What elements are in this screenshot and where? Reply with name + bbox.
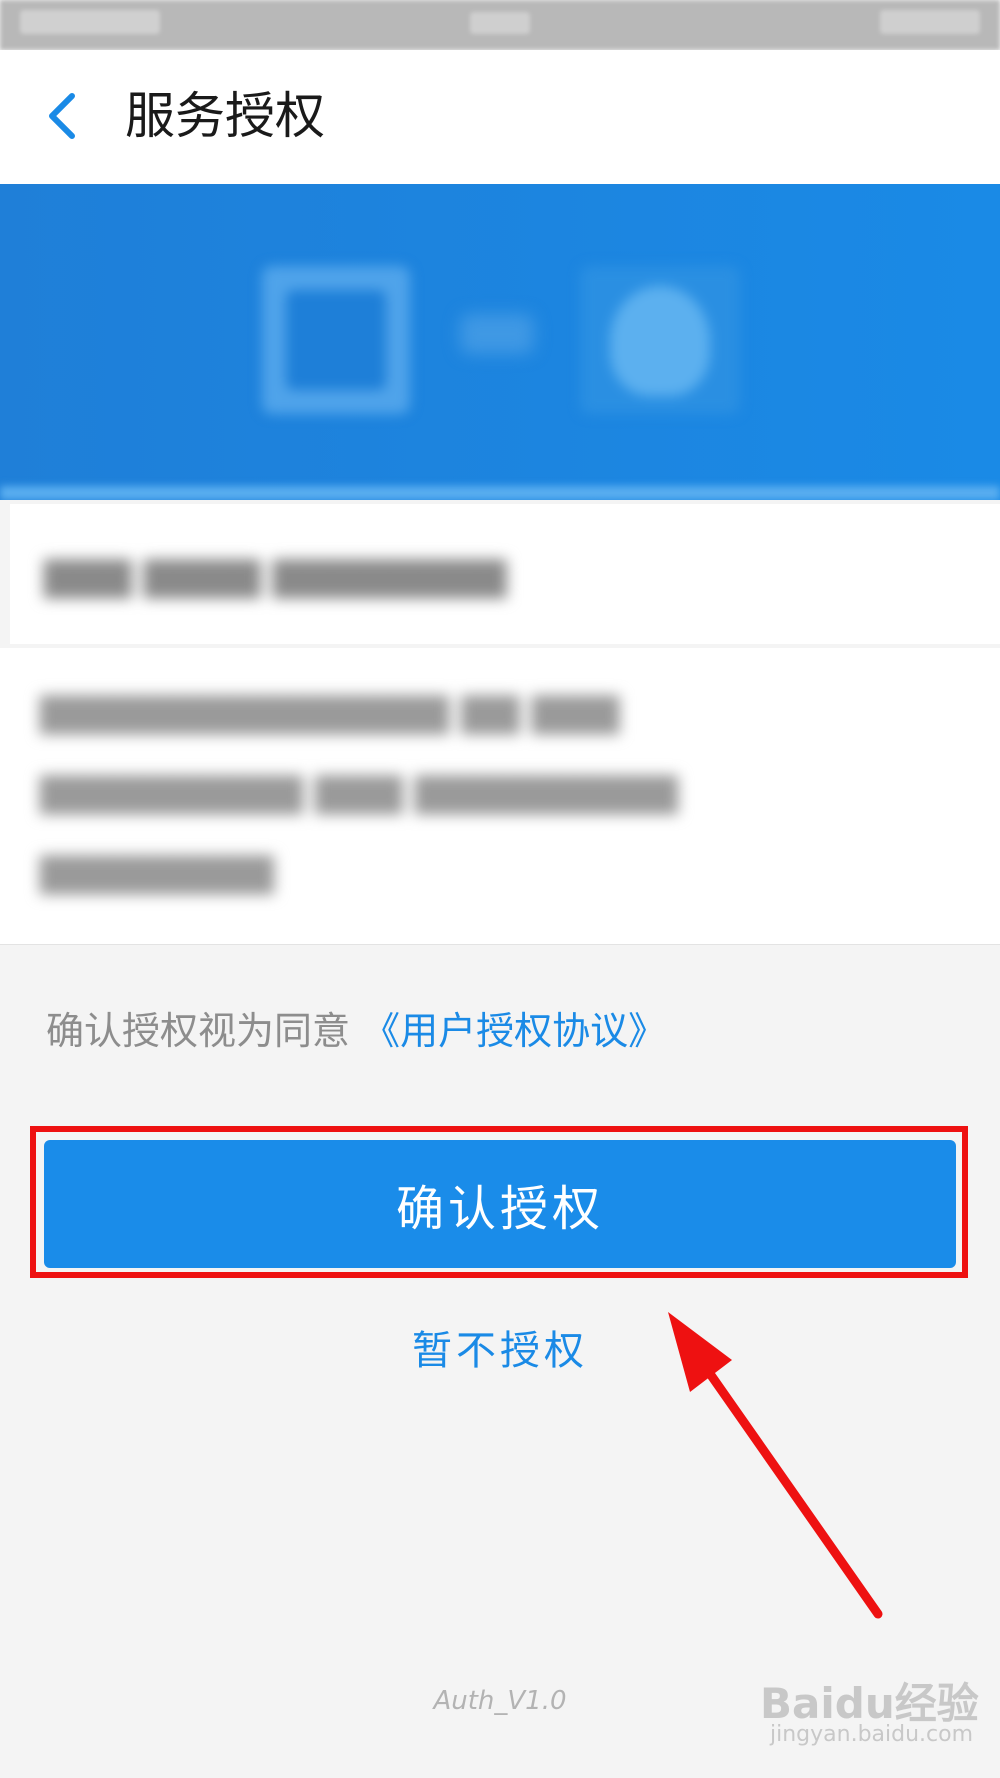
authorization-banner bbox=[0, 184, 1000, 500]
app-request-line: ▇▇▇ ▇▇▇▇ ▇▇▇▇▇▇▇▇ bbox=[10, 504, 1000, 644]
status-carrier bbox=[20, 10, 160, 34]
agreement-prefix: 确认授权视为同意 bbox=[46, 1009, 351, 1053]
permission-item: ▇▇▇▇▇▇▇▇▇ ▇▇▇ ▇▇▇▇▇▇▇▇▇ bbox=[40, 770, 678, 814]
confirm-authorize-button[interactable]: 确认授权 bbox=[44, 1140, 956, 1268]
status-icons bbox=[880, 10, 980, 34]
service-logo-icon bbox=[580, 266, 740, 414]
blurred-app-text: ▇▇▇ ▇▇▇▇ ▇▇▇▇▇▇▇▇ bbox=[44, 554, 507, 598]
status-bar bbox=[0, 0, 1000, 50]
permission-item: ▇▇▇▇▇▇▇▇▇▇▇▇▇▇ ▇▇ ▇▇▇ bbox=[40, 690, 620, 734]
status-time bbox=[470, 12, 530, 34]
agreement-text: 确认授权视为同意 《用户授权协议》 bbox=[46, 1000, 666, 1055]
watermark: Baidu经验 jingyan.baidu.com bbox=[760, 1670, 979, 1750]
back-button[interactable] bbox=[36, 86, 96, 146]
watermark-url: jingyan.baidu.com bbox=[770, 1722, 974, 1747]
page-title: 服务授权 bbox=[125, 87, 325, 145]
user-agreement-link[interactable]: 《用户授权协议》 bbox=[362, 1009, 666, 1053]
permission-list: ▇▇▇▇▇▇▇▇▇▇▇▇▇▇ ▇▇ ▇▇▇ ▇▇▇▇▇▇▇▇▇ ▇▇▇ ▇▇▇▇… bbox=[0, 648, 1000, 945]
app-logo-icon bbox=[262, 266, 410, 414]
chevron-left-icon bbox=[49, 93, 75, 139]
connect-arrows-icon bbox=[460, 314, 534, 354]
annotation-arrow-icon bbox=[668, 1312, 883, 1619]
permission-item: ▇▇▇▇▇▇▇▇ bbox=[40, 850, 274, 894]
header: 服务授权 bbox=[0, 50, 1000, 184]
